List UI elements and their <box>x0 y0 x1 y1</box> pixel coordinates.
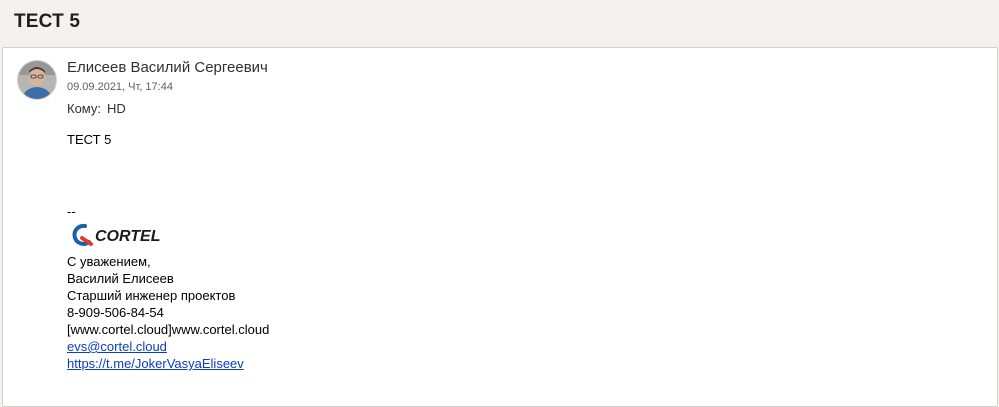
signature-website: [www.cortel.cloud]www.cortel.cloud <box>67 322 270 337</box>
recipients-line: Кому: HD <box>67 101 126 116</box>
message-datetime: 09.09.2021, Чт, 17:44 <box>67 81 173 93</box>
signature-block: С уважением, Василий Елисеев Старший инж… <box>67 253 269 372</box>
subject-bar: ТЕСТ 5 <box>0 0 999 47</box>
signature-position: Старший инженер проектов <box>67 288 236 303</box>
avatar-photo-icon <box>18 61 56 99</box>
message-body-text: ТЕСТ 5 <box>67 132 112 147</box>
signature-separator: -- <box>67 204 76 219</box>
email-subject: ТЕСТ 5 <box>14 11 81 32</box>
sender-name[interactable]: Елисеев Василий Сергеевич <box>67 59 268 76</box>
signature-phone: 8-909-506-84-54 <box>67 305 164 320</box>
cortel-logo-icon: CORTEL <box>72 223 160 246</box>
message-card: Елисеев Василий Сергеевич 09.09.2021, Чт… <box>2 47 998 407</box>
signature-greeting: С уважением, <box>67 254 151 269</box>
to-label: Кому: <box>67 101 101 116</box>
signature-telegram-link[interactable]: https://t.me/JokerVasyaEliseev <box>67 356 244 371</box>
cortel-logo: CORTEL <box>71 222 161 248</box>
signature-name: Василий Елисеев <box>67 271 174 286</box>
sender-avatar[interactable] <box>17 60 57 100</box>
recipient-hd[interactable]: HD <box>107 101 126 116</box>
signature-email-link[interactable]: evs@cortel.cloud <box>67 339 167 354</box>
logo-wordmark: CORTEL <box>95 228 160 245</box>
